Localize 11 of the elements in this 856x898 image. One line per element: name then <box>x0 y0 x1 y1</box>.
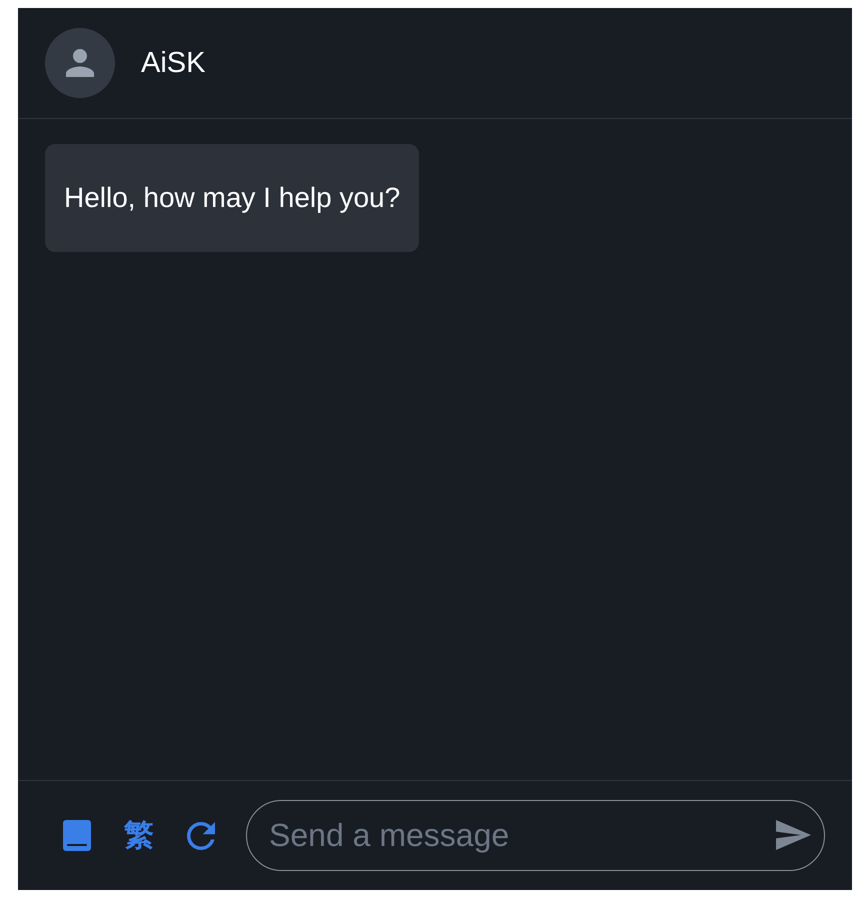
message-input[interactable]: Send a message <box>246 800 825 871</box>
traditional-chinese-button[interactable]: 繁 <box>124 818 154 852</box>
book-button[interactable] <box>63 820 91 851</box>
chat-title: AiSK <box>141 46 206 80</box>
avatar-icon <box>45 28 115 98</box>
book-icon <box>63 820 91 851</box>
refresh-button[interactable] <box>187 822 215 850</box>
message-bubble: Hello, how may I help you? <box>45 144 420 252</box>
send-button[interactable] <box>776 820 811 850</box>
refresh-icon <box>187 822 215 850</box>
send-icon <box>776 820 811 850</box>
